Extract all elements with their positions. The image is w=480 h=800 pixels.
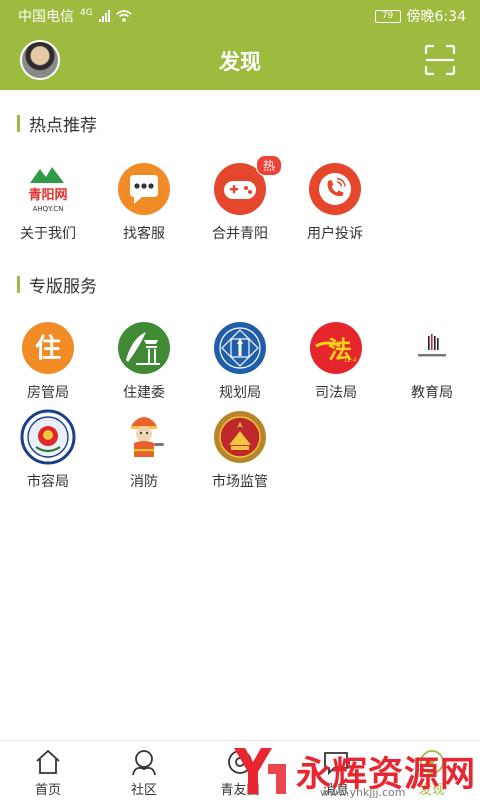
- grid-item-planning-bureau[interactable]: 规划局: [194, 320, 286, 402]
- section-accent-bar: [17, 276, 20, 293]
- grid-item-label: 房管局: [27, 385, 69, 401]
- grid-item-construction-committee[interactable]: 住建委: [98, 320, 190, 402]
- housing-bureau-icon: 住: [20, 320, 76, 376]
- grid-item-label: 关于我们: [20, 226, 76, 242]
- grid-item-customer-service[interactable]: 找客服: [98, 161, 190, 243]
- planning-bureau-icon: [212, 320, 268, 376]
- justice-bureau-icon: 法 12·4: [308, 320, 364, 376]
- grid-item-merge-qingyang[interactable]: 热 合并青阳: [194, 155, 286, 243]
- logo-text: 青阳网: [28, 187, 67, 203]
- watermark-logo-icon: [234, 748, 286, 794]
- grid-item-label: 找客服: [123, 226, 165, 242]
- grid-item-label: 合并青阳: [212, 226, 268, 242]
- grid-item-label: 市容局: [27, 474, 69, 490]
- network-type: 4G: [80, 8, 93, 18]
- section-accent-bar: [17, 115, 20, 132]
- grid-item-market-supervision[interactable]: 市场监管: [194, 409, 286, 491]
- grid-item-about-us[interactable]: 青阳网 AHQY.CN 关于我们: [2, 161, 94, 243]
- watermark-url: www.yhkjjj.com: [320, 786, 406, 799]
- page-title: 发现: [219, 50, 261, 74]
- hot-badge: 热: [255, 155, 282, 176]
- grid-item-label: 司法局: [315, 385, 357, 401]
- grid-item-complaint[interactable]: 用户投诉: [289, 161, 381, 243]
- qingyang-logo-icon: 青阳网 AHQY.CN: [20, 161, 76, 217]
- wifi-icon: [116, 10, 132, 22]
- section-header-services: 专版服务: [17, 272, 97, 297]
- status-bar: 中国电信 4G 79 傍晚6:34: [0, 0, 480, 30]
- construction-committee-icon: [116, 320, 172, 376]
- grid-item-fire-control[interactable]: 消防: [98, 409, 190, 491]
- tab-home[interactable]: 首页: [0, 747, 96, 798]
- battery-icon: 79: [374, 9, 401, 23]
- phone-call-icon: [307, 161, 363, 217]
- section-title: 热点推荐: [29, 116, 97, 136]
- app-bar: 发现: [0, 30, 480, 90]
- watermark: 永辉资源网 www.yhkjjj.com: [228, 740, 480, 800]
- signal-icon: [98, 10, 110, 22]
- carrier-name: 中国电信: [18, 9, 74, 25]
- grid-item-label: 教育局: [411, 385, 453, 401]
- grid-item-label: 消防: [130, 474, 158, 490]
- scan-icon[interactable]: [424, 44, 456, 76]
- clock: 傍晚6:34: [406, 9, 466, 25]
- section-header-hot: 热点推荐: [17, 111, 97, 136]
- market-supervision-emblem-icon: [212, 409, 268, 465]
- grid-item-label: 用户投诉: [307, 226, 363, 242]
- logo-subtext: AHQY.CN: [33, 205, 64, 213]
- grid-item-label: 住建委: [123, 385, 165, 401]
- grid-item-city-appearance[interactable]: 市容局: [2, 409, 94, 491]
- community-icon: [132, 750, 156, 776]
- tab-label: 社区: [130, 783, 157, 798]
- battery-level: 79: [381, 11, 394, 21]
- grid-item-label: 市场监管: [212, 474, 268, 490]
- home-icon: [36, 749, 60, 774]
- section-title: 专版服务: [29, 277, 97, 297]
- grid-item-education-bureau[interactable]: 教育局: [386, 320, 478, 402]
- firefighter-mascot-icon: [116, 409, 172, 465]
- grid-item-label: 规划局: [219, 385, 261, 401]
- chat-bubble-icon: [116, 161, 172, 217]
- tab-label: 首页: [34, 783, 61, 798]
- svg-text:12·4: 12·4: [343, 357, 357, 364]
- grid-item-housing-bureau[interactable]: 住 房管局: [2, 320, 94, 402]
- grid-item-justice-bureau[interactable]: 法 12·4 司法局: [290, 320, 382, 402]
- tab-community[interactable]: 社区: [96, 747, 192, 798]
- city-appearance-emblem-icon: [20, 409, 76, 465]
- education-bureau-icon: [404, 320, 460, 376]
- svg-text:住: 住: [35, 333, 61, 364]
- gamepad-icon: 热: [212, 155, 282, 217]
